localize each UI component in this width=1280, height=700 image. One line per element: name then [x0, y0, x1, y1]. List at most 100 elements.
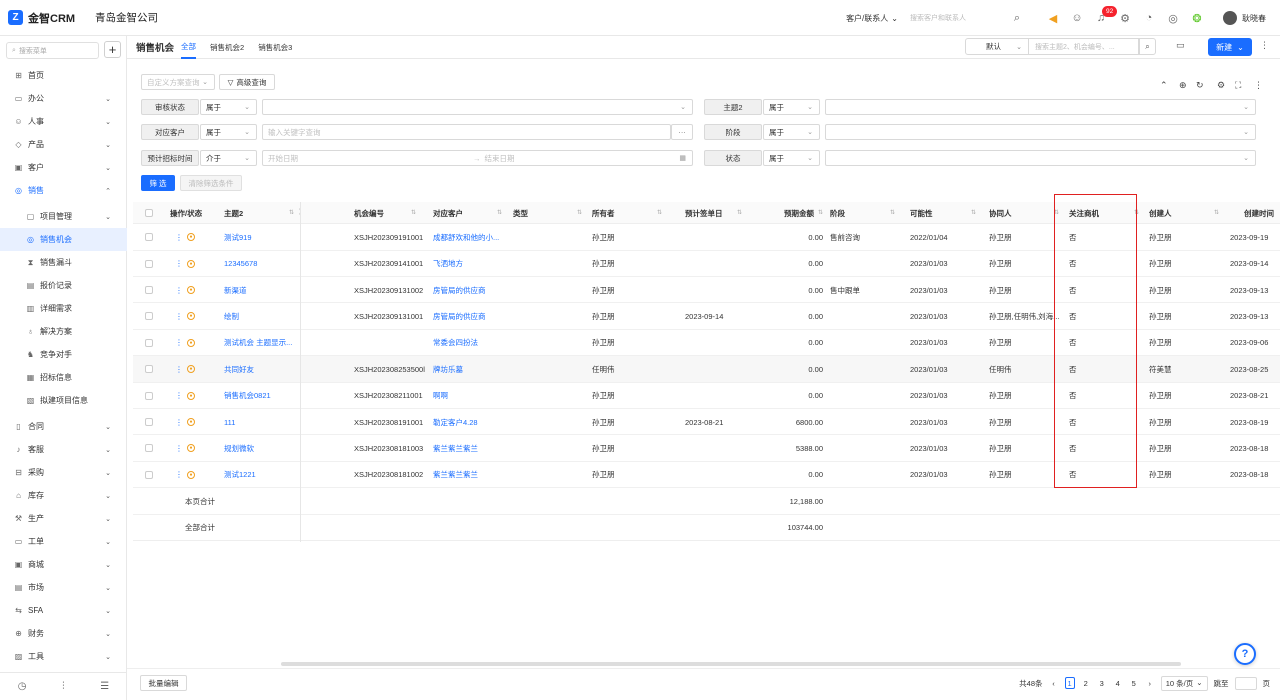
row-actions[interactable]: ⋮ ●: [175, 330, 195, 357]
row-actions[interactable]: ⋮ ●: [175, 303, 195, 330]
clear-filter-button[interactable]: 清除筛选条件: [180, 175, 242, 191]
sidebar-item-quote[interactable]: ▤ 报价记录: [0, 274, 127, 297]
row-actions[interactable]: ⋮ ●: [175, 356, 195, 383]
column-header[interactable]: 预计签单日: [685, 202, 723, 224]
column-header[interactable]: 所有者: [592, 202, 615, 224]
sidebar-item-project-management[interactable]: ▢ 项目管理 ⌄: [0, 205, 127, 228]
more-vertical-icon[interactable]: ⋮: [175, 391, 183, 400]
sidebar-item-tool[interactable]: ▨ 工具 ⌄: [0, 645, 127, 668]
history-icon[interactable]: ◷: [18, 681, 27, 692]
cell-customer[interactable]: 紫兰紫兰紫兰: [433, 462, 511, 489]
keyword-search-input[interactable]: 搜索主题2、机会编号、...: [1029, 38, 1139, 55]
row-checkbox[interactable]: [145, 382, 153, 409]
custom-query-select[interactable]: 自定义方案查询 ⌄: [141, 74, 215, 90]
column-header[interactable]: 协同人: [989, 202, 1012, 224]
view-select[interactable]: 默认 ⌄: [965, 38, 1029, 55]
sidebar-item-sfa[interactable]: ⇆ SFA ⌄: [0, 599, 127, 622]
sidebar-item-inventory[interactable]: ⌂ 库存 ⌄: [0, 484, 127, 507]
horizontal-scrollbar[interactable]: [281, 662, 1181, 666]
refresh-icon[interactable]: ↻: [1196, 80, 1204, 91]
new-button[interactable]: 新建 ⌄: [1208, 38, 1252, 56]
sidebar-item-product[interactable]: ◇ 产品 ⌄: [0, 133, 127, 156]
row-checkbox[interactable]: [145, 462, 153, 489]
sliders-icon[interactable]: ⫶: [62, 681, 65, 692]
filter-value-audit-status[interactable]: ⌄: [262, 99, 693, 115]
filter-value-stage[interactable]: ⌄: [825, 124, 1256, 140]
row-checkbox[interactable]: [145, 303, 153, 330]
cell-subject[interactable]: 规划微软: [224, 435, 299, 462]
column-header[interactable]: 可能性: [910, 202, 933, 224]
more-vertical-icon[interactable]: ⋮: [175, 365, 183, 374]
sort-icon[interactable]: ⇅: [890, 209, 895, 216]
row-checkbox[interactable]: [145, 435, 153, 462]
row-checkbox[interactable]: [145, 356, 153, 383]
sidebar-item-customer[interactable]: ▣ 客户 ⌄: [0, 156, 127, 179]
filter-op-bid-time[interactable]: 介于 ⌄: [200, 150, 257, 166]
filter-value-status[interactable]: ⌄: [825, 150, 1256, 166]
page-3[interactable]: 3: [1097, 677, 1107, 689]
cell-subject[interactable]: 销售机会0821: [224, 382, 299, 409]
cell-subject[interactable]: 测试919: [224, 224, 299, 251]
clock-icon[interactable]: ◔: [1137, 6, 1161, 30]
more-vertical-icon[interactable]: ⋮: [1260, 40, 1269, 51]
column-header[interactable]: 主题2: [224, 202, 243, 224]
sidebar-item-sales[interactable]: ◎ 销售 ⌃: [0, 179, 127, 202]
search-icon[interactable]: ⌕: [1005, 6, 1029, 30]
sidebar-item-home[interactable]: ⊞ 首页: [0, 64, 127, 87]
page-1[interactable]: 1: [1064, 677, 1075, 689]
add-menu-button[interactable]: +: [104, 41, 121, 58]
cell-customer[interactable]: 房管局的供应商: [433, 277, 511, 304]
page-4[interactable]: 4: [1113, 677, 1123, 689]
cell-subject[interactable]: 测试1221: [224, 462, 299, 489]
sidebar-item-workorder[interactable]: ▭ 工单 ⌄: [0, 530, 127, 553]
collapse-menu-icon[interactable]: ☰: [100, 681, 109, 692]
sidebar-item-contract[interactable]: ▯ 合同 ⌄: [0, 415, 127, 438]
cell-customer[interactable]: 牌坊乐墓: [433, 356, 511, 383]
collapse-up-icon[interactable]: ⌃: [1160, 80, 1168, 91]
cell-customer[interactable]: 紫兰紫兰紫兰: [433, 435, 511, 462]
shield-icon[interactable]: ◎: [1161, 6, 1185, 30]
date-end-input[interactable]: 结束日期: [485, 153, 515, 164]
more-vertical-icon[interactable]: ⋮: [175, 418, 183, 427]
cell-customer[interactable]: 飞洒地方: [433, 250, 511, 277]
column-header[interactable]: 类型: [513, 202, 528, 224]
row-checkbox[interactable]: [145, 224, 153, 251]
page-size-select[interactable]: 10 条/页 ⌄: [1160, 675, 1208, 691]
row-actions[interactable]: ⋮ ●: [175, 382, 195, 409]
speaker-icon[interactable]: ◀: [1041, 6, 1065, 30]
more-vertical-icon[interactable]: ⋮: [175, 233, 183, 242]
row-actions[interactable]: ⋮ ●: [175, 462, 195, 489]
column-header[interactable]: 创建人: [1149, 202, 1172, 224]
user-name[interactable]: 耿晓春: [1242, 13, 1266, 24]
tab-opportunity-2[interactable]: 销售机会2: [210, 36, 244, 59]
cell-customer[interactable]: 常委会四扮法: [433, 330, 511, 357]
print-icon[interactable]: ▭: [1176, 40, 1185, 51]
batch-edit-button[interactable]: 批量编辑: [140, 675, 187, 691]
sidebar-item-opportunity[interactable]: ◎ 销售机会: [0, 228, 127, 251]
cell-customer[interactable]: 成都舒欢和他的小...: [433, 224, 511, 251]
sidebar-item-production[interactable]: ⚒ 生产 ⌄: [0, 507, 127, 530]
sidebar-item-mall[interactable]: ▣ 商城 ⌄: [0, 553, 127, 576]
sidebar-item-bid[interactable]: ▦ 招标信息: [0, 366, 127, 389]
jump-page-input[interactable]: [1234, 676, 1257, 690]
search-button[interactable]: ⌕: [1139, 38, 1156, 55]
add-circle-icon[interactable]: ⊕: [1179, 80, 1187, 91]
row-actions[interactable]: ⋮ ●: [175, 277, 195, 304]
cell-customer[interactable]: 房管局的供应商: [433, 303, 511, 330]
page-2[interactable]: 2: [1081, 677, 1091, 689]
sidebar-item-solution[interactable]: ♁ 解决方案: [0, 320, 127, 343]
next-page-icon[interactable]: ›: [1145, 677, 1155, 689]
cell-customer[interactable]: 啊啊: [433, 382, 511, 409]
sidebar-item-requirement[interactable]: ▥ 详细需求: [0, 297, 127, 320]
cell-customer[interactable]: 勒定客户4.28: [433, 409, 511, 436]
more-vertical-icon[interactable]: ⋮: [1254, 80, 1263, 91]
sort-icon[interactable]: ⇅: [411, 209, 416, 216]
cell-subject[interactable]: 测试机会 主题显示...: [224, 330, 299, 357]
sidebar-item-planned-project[interactable]: ▧ 拟建项目信息: [0, 389, 127, 412]
row-actions[interactable]: ⋮ ●: [175, 224, 195, 251]
sidebar-item-finance[interactable]: ⊕ 财务 ⌄: [0, 622, 127, 645]
sort-icon[interactable]: ⇅: [818, 209, 823, 216]
fullscreen-icon[interactable]: ⛶: [1235, 80, 1241, 91]
global-search-input[interactable]: 搜索客户和联系人: [910, 13, 1005, 23]
app-store-icon[interactable]: ❂: [1185, 6, 1209, 30]
